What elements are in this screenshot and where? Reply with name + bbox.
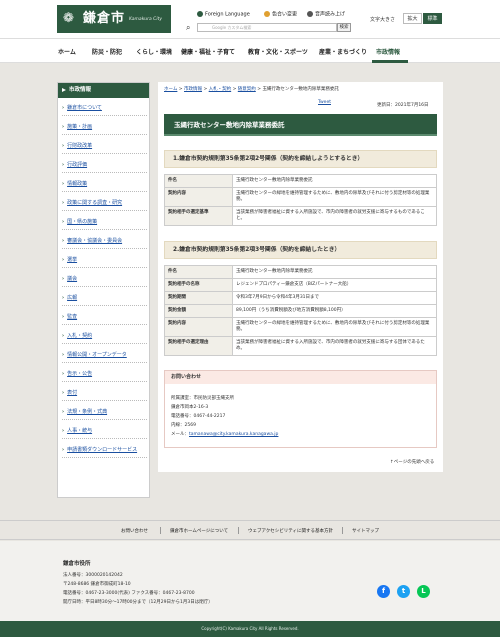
- table-row: 契約内容 玉縄行政センターの緑地を維持管理するために、敷地内の除草及びそれに付う剪…: [164, 187, 437, 207]
- divider: [238, 527, 239, 534]
- table-row: 件名 玉縄行政センター敷地内除草業務委託: [164, 174, 437, 188]
- twitter-icon[interactable]: t: [397, 585, 410, 598]
- sidebar-item[interactable]: 人事・統与: [62, 424, 147, 439]
- font-standard-button[interactable]: 標準: [423, 13, 442, 24]
- nav-city-info[interactable]: 市政情報: [376, 47, 400, 56]
- divider: [342, 527, 343, 534]
- contract-plan-table: 件名 玉縄行政センター敷地内除草業務委託 契約内容 玉縄行政センターの緑地を維持管理…: [164, 174, 437, 226]
- foreign-language-link[interactable]: Foreign Language: [197, 11, 250, 18]
- sidebar-title: 市政情報: [58, 83, 149, 98]
- table-row: 契約内容 玉縄行政センターの緑地を維持管理するために、敷地内の除草及びそれに付う剪…: [164, 317, 437, 337]
- sidebar-item[interactable]: 行財政改革: [62, 139, 147, 154]
- sidebar-item[interactable]: 告示・公告: [62, 367, 147, 382]
- sidebar-item[interactable]: 表付: [62, 386, 147, 401]
- footer-phone: 電話番号：0467-23-3000(代表) ファクス番号：0467-23-870…: [63, 591, 195, 596]
- section-heading-2: 2.鎌倉市契約規則第35条第2項3号関係（契約を締結したとき）: [164, 241, 437, 259]
- main-content: ホーム > 市政情報 > 入札・契約 > 随意契約 > 玉縄行政センター敷地内除…: [158, 82, 443, 472]
- sidebar-item[interactable]: 施策・計画: [62, 120, 147, 135]
- footer-org-name: 鎌倉市役所: [63, 561, 91, 567]
- globe-icon: [197, 11, 203, 17]
- site-logo[interactable]: ❁ 鎌倉市 Kamakura City: [57, 5, 171, 33]
- search-button[interactable]: 検索: [337, 23, 351, 32]
- line-icon[interactable]: L: [417, 585, 430, 598]
- sidebar-item[interactable]: 法規・条例・式典: [62, 405, 147, 420]
- nav-active-indicator: [372, 60, 408, 63]
- table-row: 契約相手の選定基準 当該業務が障害者福祉に資する入所施設で、市内の障害者の就労支援…: [164, 206, 437, 226]
- updated-date: 更新日：2021年7月16日: [377, 103, 429, 108]
- section-heading-1: 1.鎌倉市契約規則第35条第2項2号関係（契約を締結しようとするとき）: [164, 150, 437, 168]
- crest-icon: ❁: [63, 11, 74, 26]
- table-row: 契約相手の名称 レジェンドプロパティー鎌倉支店（BIZパートナー大船）: [164, 278, 437, 292]
- sidebar-item[interactable]: 議会: [62, 272, 147, 287]
- contact-email: メール：tamanawa@city.kamakura.kanagawa.jp: [171, 432, 279, 437]
- nav-welfare[interactable]: 健康・福祉・子育て: [181, 47, 235, 56]
- facebook-icon[interactable]: f: [377, 585, 390, 598]
- nav-industry[interactable]: 産業・まちづくり: [319, 47, 367, 56]
- back-to-top-link[interactable]: ↑ページの先頭へ戻る: [390, 459, 434, 465]
- font-size-label: 文字大きさ: [370, 17, 396, 23]
- logo-en: Kamakura City: [129, 17, 163, 22]
- sidebar-item[interactable]: 鎌倉市について: [62, 101, 147, 116]
- contract-result-table: 件名 玉縄行政センター敷地内除草業務委託 契約相手の名称 レジェンドプロパティー鎌倉…: [164, 265, 437, 356]
- search-input[interactable]: ⌕ Google カスタム検索: [186, 23, 337, 32]
- nav-education[interactable]: 教育・文化・スポーツ: [248, 47, 308, 56]
- table-row: 契約期間 令和3年7月9日から令和4年3月31日まで: [164, 291, 437, 305]
- sidebar-item[interactable]: 審議会・協議会・委員会: [62, 234, 147, 249]
- copyright: Copyright(C) Kamakura City All Rights Re…: [0, 621, 500, 637]
- footer-info: 鎌倉市役所 法人番号：3000020142042 〒248-8686 鎌倉市御成…: [0, 541, 500, 621]
- sidebar-item[interactable]: 申請書類ダウンロードサービス: [62, 443, 147, 458]
- sidebar: 市政情報 鎌倉市について 施策・計画 行財政改革 行政評価 情報政策 政策に関す…: [57, 82, 150, 498]
- table-row: 件名 玉縄行政センター敷地内除草業務委託: [164, 265, 437, 279]
- contact-heading: お問い合わせ: [165, 371, 436, 384]
- logo-text: 鎌倉市: [83, 11, 126, 26]
- divider: [160, 527, 161, 534]
- sidebar-item[interactable]: 広報: [62, 291, 147, 306]
- contact-box: お問い合わせ 所属課室：市民防災部玉縄支所 鎌倉市岡本2-16-3 電話番号：0…: [164, 370, 437, 448]
- contact-phone: 電話番号：0467-44-2217: [171, 414, 226, 419]
- contact-dept: 所属課室：市民防災部玉縄支所: [171, 396, 234, 401]
- sidebar-item[interactable]: 政策に関する調査・研究: [62, 196, 147, 211]
- breadcrumb: ホーム > 市政情報 > 入札・契約 > 随意契約 > 玉縄行政センター敷地内除…: [164, 87, 339, 92]
- footer-corp-number: 法人番号：3000020142042: [63, 573, 123, 578]
- footer-link-accessibility[interactable]: ウェブアクセシビリティに関する基本方針: [248, 528, 333, 534]
- search-icon: ⌕: [186, 23, 191, 32]
- nav-disaster[interactable]: 防災・防犯: [92, 47, 122, 56]
- tweet-link[interactable]: Tweet: [318, 100, 331, 105]
- footer-nav: お問い合わせ 鎌倉市ホームページについて ウェブアクセシビリティに関する基本方針…: [0, 520, 500, 540]
- site-header: ❁ 鎌倉市 Kamakura City Foreign Language 色合い…: [0, 0, 500, 38]
- sidebar-item[interactable]: 監査: [62, 310, 147, 325]
- email-link[interactable]: tamanawa@city.kamakura.kanagawa.jp: [189, 432, 278, 437]
- footer-address: 〒248-8686 鎌倉市御成町18-10: [63, 582, 131, 587]
- sidebar-item[interactable]: 選挙: [62, 253, 147, 268]
- table-row: 契約金額 89,100円（うち消費税額及び地方消費税額8,100円）: [164, 304, 437, 318]
- contact-extension: 内線：2569: [171, 423, 196, 428]
- font-large-button[interactable]: 拡大: [403, 13, 422, 24]
- sidebar-item[interactable]: 入札・契約: [62, 329, 147, 344]
- footer-link-contact[interactable]: お問い合わせ: [121, 528, 148, 534]
- footer-link-sitemap[interactable]: サイトマップ: [352, 528, 379, 534]
- global-nav: ホーム 防災・防犯 くらし・環境 健康・福祉・子育て 教育・文化・スポーツ 産業…: [0, 38, 500, 63]
- table-row: 契約相手の選定理由 当該業務が障害者福祉に資する入所施設で、市内の障害者の就労支援…: [164, 336, 437, 356]
- palette-icon: [264, 11, 270, 17]
- speaker-icon: [307, 11, 313, 17]
- sidebar-item[interactable]: 行政評価: [62, 158, 147, 173]
- read-aloud-link[interactable]: 音声読み上げ: [307, 11, 345, 18]
- color-change-link[interactable]: 色合い変更: [264, 11, 297, 18]
- footer-link-about[interactable]: 鎌倉市ホームページについて: [170, 528, 228, 534]
- nav-living[interactable]: くらし・環境: [136, 47, 172, 56]
- sidebar-item[interactable]: 情報公開・オープンデータ: [62, 348, 147, 363]
- contact-address: 鎌倉市岡本2-16-3: [171, 405, 209, 410]
- page-title: 玉縄行政センター敷地内除草業務委託: [164, 114, 437, 136]
- nav-home[interactable]: ホーム: [58, 47, 76, 56]
- footer-hours: 開庁日時：平日8時30分～17時00分まで（12月29日から1月3日は閉庁）: [63, 600, 213, 605]
- sidebar-item[interactable]: 情報政策: [62, 177, 147, 192]
- sidebar-item[interactable]: 国・県の施策: [62, 215, 147, 230]
